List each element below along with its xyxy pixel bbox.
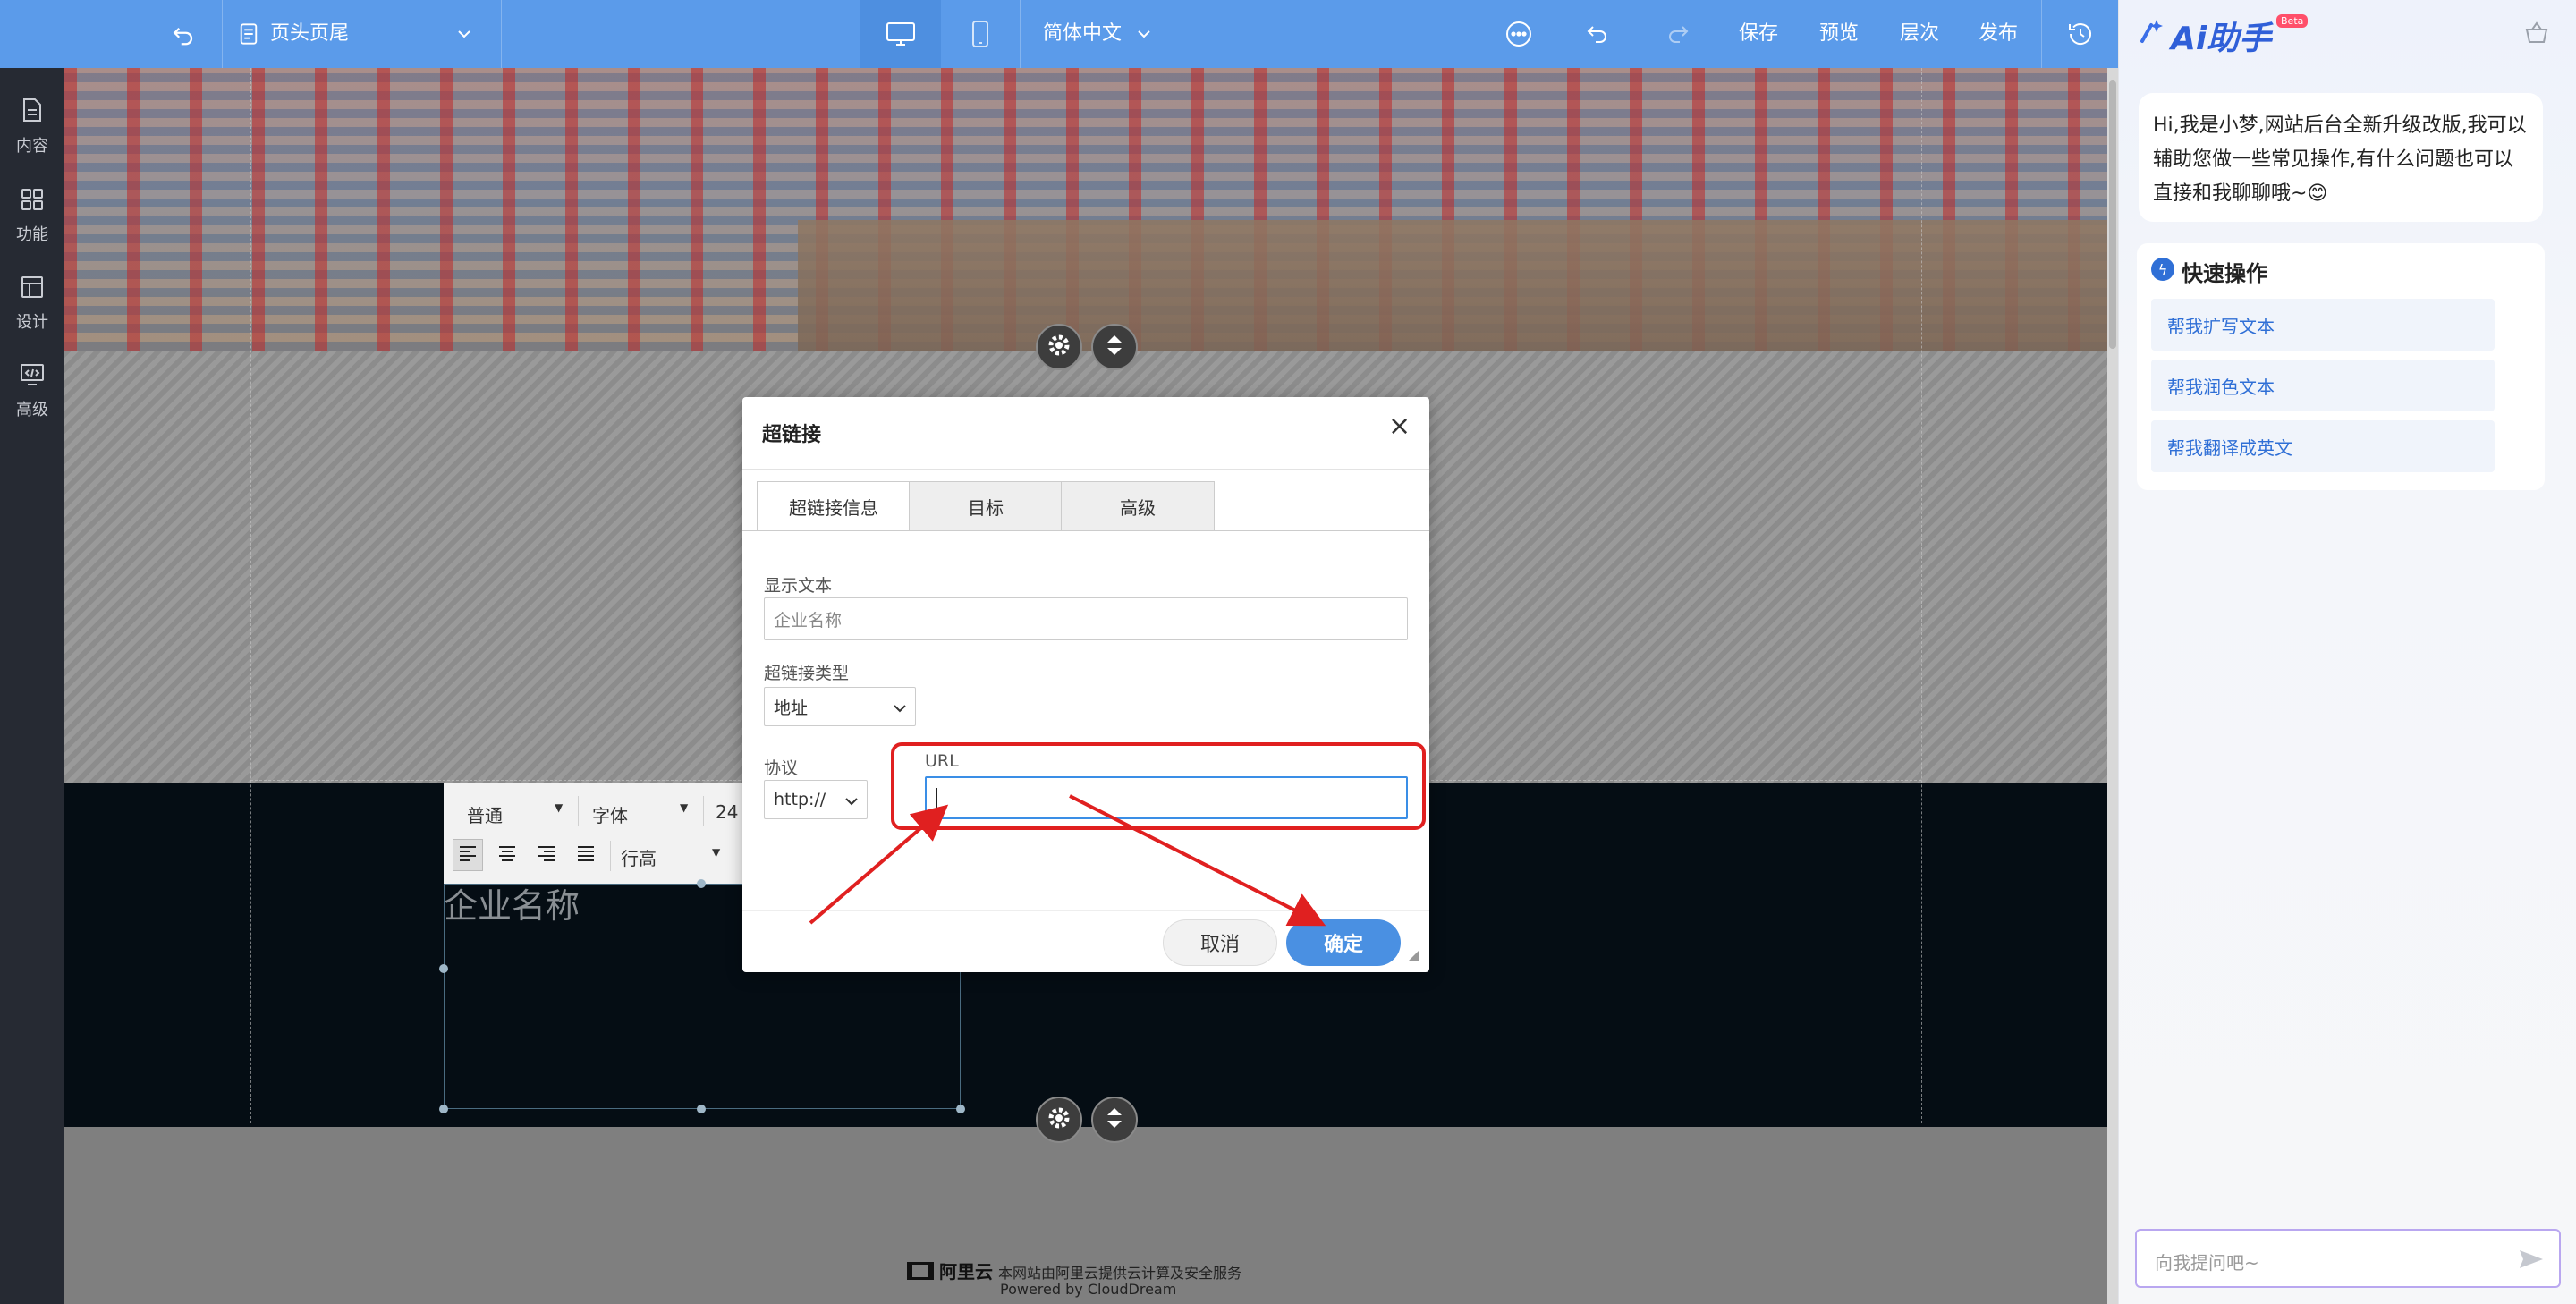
arrow-to-confirm	[1069, 794, 1326, 927]
arrow-to-url	[809, 804, 949, 925]
assistant-input[interactable]: 向我提问吧~	[2155, 1249, 2259, 1274]
assistant-input-box[interactable]: 向我提问吧~	[2135, 1229, 2561, 1288]
send-icon[interactable]	[2518, 1247, 2545, 1275]
beta-badge: Beta	[2276, 14, 2309, 28]
ai-assistant-panel: Ai助手 Beta Hi,我是小梦,网站后台全新升级改版,我可以辅助您做一些常见…	[2118, 0, 2576, 1304]
sparkle-icon	[2137, 16, 2171, 50]
annotation-arrows	[809, 794, 1326, 927]
quick-actions-title: 快速操作	[2182, 261, 2267, 286]
greeting-message: Hi,我是小梦,网站后台全新升级改版,我可以辅助您做一些常见操作,有什么问题也可…	[2139, 93, 2543, 222]
basket-icon[interactable]	[2523, 20, 2550, 48]
quick-action-translate[interactable]: 帮我翻译成英文	[2151, 420, 2495, 472]
quick-actions-card: ϟ 快速操作 帮我扩写文本 帮我润色文本 帮我翻译成英文	[2137, 243, 2545, 490]
quick-action-polish[interactable]: 帮我润色文本	[2151, 360, 2495, 411]
assistant-title: Ai助手	[2171, 21, 2272, 57]
lightning-icon: ϟ	[2151, 258, 2174, 281]
quick-action-expand[interactable]: 帮我扩写文本	[2151, 299, 2495, 351]
